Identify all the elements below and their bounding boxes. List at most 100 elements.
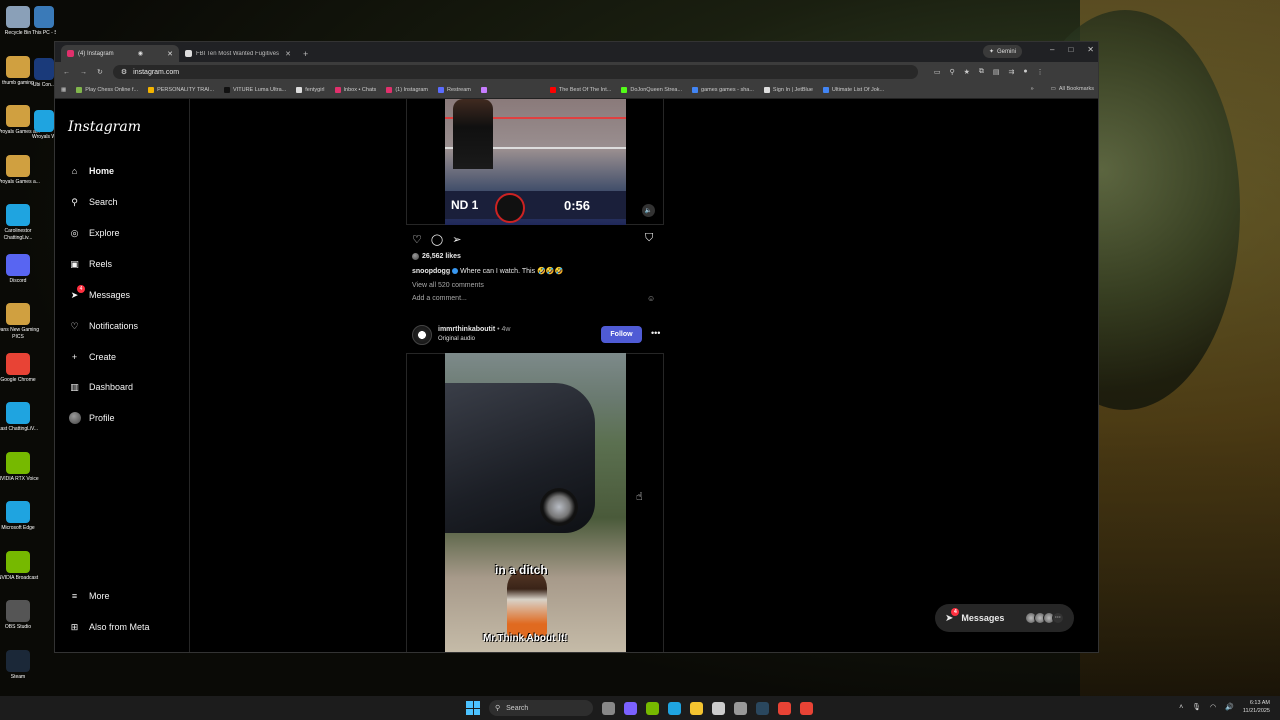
instagram-logo[interactable]: Instagram — [68, 119, 141, 135]
desktop-icon[interactable]: Wroyals Wareh... — [32, 110, 56, 141]
comment-icon[interactable]: ◯ — [431, 233, 443, 246]
mic-icon[interactable]: 🎙 — [1192, 703, 1201, 711]
tab-fbi[interactable]: FBI Ten Most Wanted Fugitives ✕ — [179, 45, 297, 62]
desktop-icon[interactable]: kast ChattingLiV... — [0, 402, 40, 433]
tab-close-icon[interactable]: ✕ — [285, 50, 291, 58]
nav-item-search[interactable]: ⚲ Search — [68, 194, 117, 210]
apps-grid-icon[interactable]: ▦ — [61, 87, 66, 93]
windows-start-icon[interactable] — [466, 701, 480, 715]
tab-audio-icon[interactable]: ◉ — [138, 50, 143, 57]
bookmark-item[interactable]: VITURE Luma Ultra... — [224, 87, 286, 93]
desktop-icon[interactable]: Carolinestor ChattingLiv... — [0, 204, 40, 242]
forward-icon[interactable]: → — [80, 69, 87, 76]
tab-close-icon[interactable]: ✕ — [167, 50, 173, 58]
share-icon[interactable]: ➢ — [452, 233, 461, 246]
tab-instagram[interactable]: (4) Instagram ◉ ✕ — [61, 45, 179, 62]
edge-icon[interactable] — [668, 701, 681, 715]
all-bookmarks-button[interactable]: » ▭ All Bookmarks — [1031, 86, 1094, 92]
maximize-button[interactable]: □ — [1068, 45, 1073, 54]
likes-count[interactable]: 26,562 likes — [412, 253, 461, 260]
nav-item-dashboard[interactable]: ▥ Dashboard — [68, 379, 133, 395]
minimize-button[interactable]: – — [1050, 45, 1054, 54]
bookmark-star-icon[interactable]: ★ — [964, 68, 970, 76]
like-heart-icon[interactable]: ♡ — [412, 233, 422, 246]
bookmark-item[interactable]: Ultimate List Of Jok... — [822, 87, 884, 93]
extension-icon[interactable]: ⇉ — [1009, 68, 1015, 76]
nvidia-icon[interactable] — [646, 701, 659, 715]
bookmark-item[interactable]: The Best Of The Int... — [549, 87, 611, 93]
close-button[interactable]: ✕ — [1087, 45, 1094, 54]
nav-item-reels[interactable]: ▣ Reels — [68, 256, 112, 272]
bookmarks-more-icon[interactable]: » — [1031, 86, 1034, 92]
url-field[interactable]: ⚙ instagram.com — [112, 65, 918, 79]
volume-icon[interactable]: 🔊 — [1225, 703, 1234, 711]
save-bookmark-icon[interactable]: ⛉ — [645, 232, 653, 245]
split-view-icon[interactable]: ▤ — [993, 68, 1000, 76]
task-view-icon[interactable] — [602, 701, 615, 715]
bookmark-item[interactable]: games games - sha... — [692, 87, 754, 93]
nav-item-profile[interactable]: Profile — [68, 410, 115, 426]
post1-video[interactable]: ND 1 0:56 — [445, 99, 626, 225]
taskbar-search[interactable]: ⚲ Search — [489, 700, 593, 716]
desktop-icon[interactable]: Steam — [0, 649, 40, 681]
post2-audio[interactable]: Original audio — [438, 336, 475, 342]
store-icon[interactable] — [712, 701, 725, 715]
bookmark-item[interactable]: fentygirl — [296, 87, 325, 93]
chrome-a-icon[interactable] — [778, 701, 791, 715]
reload-icon[interactable]: ↻ — [97, 68, 103, 76]
add-comment-input[interactable]: Add a comment... — [412, 295, 467, 302]
back-icon[interactable]: ← — [63, 69, 70, 76]
bookmark-item[interactable]: Sign In | JetBlue — [763, 87, 813, 93]
desktop-icon[interactable]: NVIDIA Broadcast — [0, 550, 40, 582]
more-options-icon[interactable]: ••• — [651, 328, 660, 338]
new-tab-button[interactable]: + — [297, 45, 314, 62]
gemini-button[interactable]: ✦ Gemini — [982, 45, 1022, 58]
post2-video[interactable]: in a ditch Mr.Think About It! — [445, 353, 626, 652]
desktop-icon[interactable]: Ubi Con... — [32, 58, 56, 89]
copilot-icon[interactable] — [624, 701, 637, 715]
nav-item-notifications[interactable]: ♡ Notifications — [68, 318, 138, 334]
desktop-icon[interactable]: Dans New Gaming PICS — [0, 303, 40, 341]
bookmark-item[interactable]: Restream — [438, 87, 471, 93]
caption-username[interactable]: snoopdogg — [412, 268, 450, 275]
post2-username[interactable]: immrthinkaboutit — [438, 326, 495, 333]
bookmark-item[interactable]: Play Chess Online f... — [76, 87, 138, 93]
wifi-icon[interactable]: ◠ — [1210, 703, 1216, 711]
chrome-b-icon[interactable] — [800, 701, 813, 715]
steam-icon[interactable] — [756, 701, 769, 715]
bookmark-item[interactable] — [480, 87, 490, 93]
bookmark-item[interactable]: (1) Instagram — [386, 87, 428, 93]
bookmark-item[interactable]: Inbox • Chats — [334, 87, 376, 93]
settings-icon[interactable] — [734, 701, 747, 715]
view-comments-link[interactable]: View all 520 comments — [412, 282, 484, 289]
post2-avatar[interactable] — [412, 325, 432, 345]
desktop-icon[interactable]: NVIDIA RTX Voice — [0, 451, 40, 483]
bookmark-item[interactable]: DoJonQueen Strea... — [621, 87, 682, 93]
menu-dots-icon[interactable]: ⋮ — [1037, 68, 1044, 76]
desktop-icon[interactable]: Discord — [0, 253, 40, 285]
nav-item-explore[interactable]: ◎ Explore — [68, 225, 120, 241]
follow-button[interactable]: Follow — [601, 326, 642, 343]
mute-icon[interactable]: 🔈 — [642, 204, 655, 217]
explorer-icon[interactable] — [690, 701, 703, 715]
nav-item-create[interactable]: + Create — [68, 349, 116, 365]
install-app-icon[interactable]: ▭ — [934, 68, 941, 76]
emoji-icon[interactable]: ☺ — [647, 294, 655, 303]
messages-pill[interactable]: ➤ 4 Messages ··· — [935, 604, 1074, 632]
nav-item-more[interactable]: ≡ More — [68, 588, 110, 604]
chevron-up-icon[interactable]: ˄ — [1179, 704, 1183, 711]
desktop-icon[interactable]: Microsoft Edge — [0, 501, 40, 532]
nav-item-messages[interactable]: ➤ 4 Messages — [68, 284, 130, 303]
desktop-icon[interactable]: Wroyals Games a... — [0, 154, 40, 186]
nav-item-home[interactable]: ⌂ Home — [68, 163, 114, 179]
bookmark-item[interactable]: PERSONALITY TRAI... — [148, 87, 214, 93]
desktop-icon[interactable]: OBS Studio — [0, 600, 40, 631]
nav-item-meta[interactable]: ⊞ Also from Meta — [68, 619, 150, 635]
profile-icon[interactable]: ● — [1023, 68, 1027, 76]
extensions-icon[interactable]: ⧉ — [979, 68, 984, 76]
site-info-icon[interactable]: ⚙ — [121, 68, 127, 76]
desktop-icon[interactable]: Google Chrome — [0, 352, 40, 384]
clock[interactable]: 6:13 AM 11/21/2025 — [1243, 699, 1270, 715]
zoom-icon[interactable]: ⚲ — [950, 68, 955, 76]
desktop-icon[interactable]: This PC - Shortcut — [32, 6, 56, 37]
